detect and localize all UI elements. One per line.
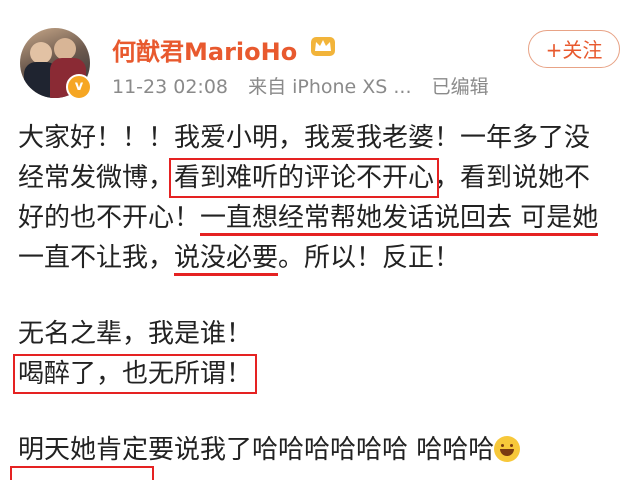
post-text: 一直不让我，	[18, 243, 175, 273]
highlight-underline: 一直想经常帮她发话说回去 可是她	[200, 203, 599, 236]
post-line-5: 无名之辈，我是谁！	[18, 314, 624, 354]
highlight-box: 喝醉了，也无所谓！	[12, 354, 258, 394]
verified-badge-icon: v	[66, 74, 92, 100]
post-line-1: 大家好！！！我爱小明，我爱我老婆！一年多了没	[18, 118, 624, 158]
post-text: 明天她肯定要说我了哈哈哈哈哈哈 哈哈哈	[18, 435, 495, 465]
post-text: 好的也不开心！	[18, 203, 201, 233]
avatar[interactable]: v	[20, 28, 92, 100]
highlight-underline: 说没必要	[174, 243, 279, 276]
post-line-4: 一直不让我，说没必要。所以！反正！	[18, 238, 624, 278]
follow-button[interactable]: +关注	[528, 30, 620, 68]
highlight-box: 看到难听的评论不开心	[169, 158, 440, 198]
post-text: ，看到说她不	[434, 163, 591, 193]
post-line-2: 经常发微博，看到难听的评论不开心，看到说她不	[18, 158, 624, 198]
username[interactable]: 何猷君MarioHo	[112, 32, 297, 67]
grin-emoji-icon	[494, 436, 521, 462]
post-source[interactable]: 来自 iPhone XS ...	[248, 76, 411, 98]
post-text: 无名之辈，我是谁！	[18, 319, 253, 349]
post-meta: 11-23 02:08 来自 iPhone XS ... 已编辑	[112, 72, 503, 99]
post-text: 。所以！反正！	[278, 243, 461, 273]
post-edited-label[interactable]: 已编辑	[432, 76, 489, 98]
post-line-6: 喝醉了，也无所谓！	[12, 354, 624, 394]
highlight-box-partial	[10, 466, 154, 480]
post-body: 大家好！！！我爱小明，我爱我老婆！一年多了没 经常发微博，看到难听的评论不开心，…	[12, 118, 624, 470]
post-text: 大家好！！！我爱小明，我爱我老婆！一年多了没	[18, 123, 591, 153]
post-line-7: 明天她肯定要说我了哈哈哈哈哈哈 哈哈哈	[18, 430, 624, 470]
post-timestamp: 11-23 02:08	[112, 76, 229, 98]
crown-icon	[311, 37, 335, 56]
post-text: 经常发微博，	[18, 163, 175, 193]
avatar-person-right-head	[54, 38, 76, 60]
avatar-person-left-head	[30, 42, 52, 64]
post-line-3: 好的也不开心！一直想经常帮她发话说回去 可是她	[18, 198, 624, 238]
